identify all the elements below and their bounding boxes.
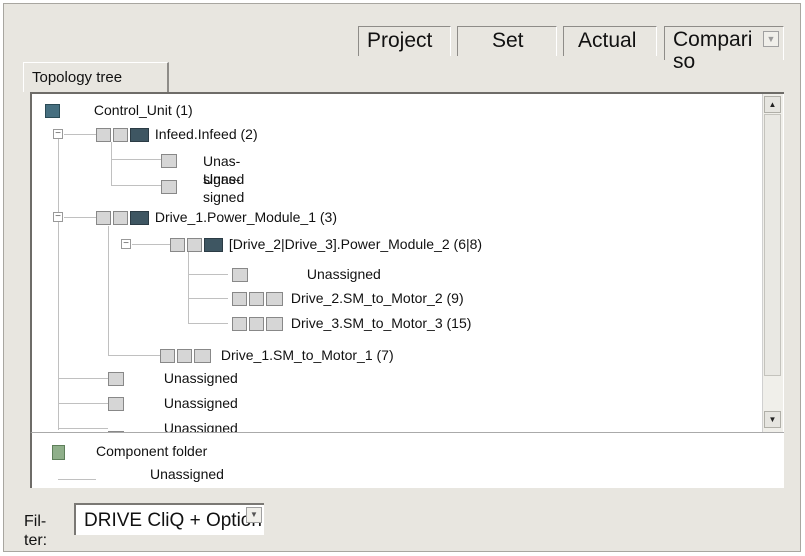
- module-icon: [130, 128, 149, 143]
- control-unit-icon: [45, 104, 60, 119]
- tab-topology-tree[interactable]: Topology tree: [23, 62, 169, 92]
- tree-node-label: Drive_1.Power_Module_1 (3): [154, 209, 337, 225]
- tree-node-unassigned[interactable]: Unassigned: [108, 370, 238, 387]
- tree-line: [132, 244, 170, 245]
- tree-node-sm-motor-1[interactable]: Drive_1.SM_to_Motor_1 (7): [160, 347, 394, 364]
- comparison-label: Compari so: [673, 28, 753, 73]
- module-icon: [266, 292, 283, 307]
- tree-node-label: Drive_2.SM_to_Motor_2 (9): [290, 290, 464, 306]
- module-icon: [249, 317, 264, 332]
- actual-button[interactable]: Actual: [563, 26, 657, 56]
- tree-line: [188, 323, 228, 324]
- tree-node-label: Infeed.Infeed (2): [154, 126, 258, 142]
- module-icon: [187, 238, 202, 253]
- module-icon: [177, 349, 192, 364]
- tree-line: [108, 355, 160, 356]
- tree-node-label: Unassigned: [163, 370, 238, 386]
- tree-line: [188, 298, 228, 299]
- tree-node-unassigned[interactable]: [161, 178, 177, 195]
- module-icon: [232, 292, 247, 307]
- component-folder-label[interactable]: Component folder: [96, 443, 207, 460]
- tree-line: [58, 479, 96, 480]
- filter-select[interactable]: DRIVE CliQ + Option ▼: [74, 503, 264, 535]
- tree-node-sm-motor-3[interactable]: Drive_3.SM_to_Motor_3 (15): [232, 315, 471, 332]
- tree-node-label: [Drive_2|Drive_3].Power_Module_2 (6|8): [228, 236, 483, 252]
- tree-line: [58, 428, 108, 429]
- topology-tree-panel: − − − Control_Unit (1) Infeed.Infeed (2)…: [30, 92, 784, 434]
- module-icon: [96, 211, 111, 226]
- tree-line: [188, 252, 189, 324]
- tree-node-label: Unassigned: [306, 266, 381, 282]
- tree-node-label: Unassigned: [163, 395, 238, 411]
- filter-label: Fil- ter:: [24, 513, 48, 549]
- module-icon: [249, 292, 264, 307]
- module-icon: [232, 268, 248, 283]
- folder-icon: [52, 445, 65, 460]
- module-icon: [170, 238, 185, 253]
- tree-scrollbar[interactable]: ▲ ▼: [762, 94, 783, 432]
- tree-line: [111, 185, 161, 186]
- tree-node-unassigned[interactable]: Unassigned: [232, 266, 381, 283]
- tree-line: [58, 378, 108, 379]
- tree-line: [111, 142, 112, 186]
- module-icon: [108, 397, 124, 412]
- collapse-toggle[interactable]: −: [53, 129, 63, 139]
- filter-value: DRIVE CliQ + Option: [84, 510, 262, 531]
- tree-node-unassigned[interactable]: [161, 152, 177, 169]
- module-icon: [130, 211, 149, 226]
- collapse-toggle[interactable]: −: [53, 212, 63, 222]
- arrow-down-icon[interactable]: ▼: [764, 411, 781, 428]
- module-icon: [113, 211, 128, 226]
- set-label: Set: [492, 29, 524, 52]
- chevron-down-icon[interactable]: ▼: [763, 31, 779, 47]
- module-icon: [194, 349, 211, 364]
- module-icon: [161, 180, 177, 195]
- tree-line: [108, 226, 109, 356]
- tree-line: [188, 274, 228, 275]
- tree-line: [58, 130, 59, 430]
- project-label: Project: [367, 29, 433, 52]
- tree-node-label: Unas- signed: [203, 171, 245, 205]
- tree-line: [58, 403, 108, 404]
- tree-line: [64, 134, 96, 135]
- tree-node-sm-motor-2[interactable]: Drive_2.SM_to_Motor_2 (9): [232, 290, 464, 307]
- tree-node-label: Control_Unit (1): [93, 102, 193, 118]
- actual-label: Actual: [578, 29, 637, 52]
- topology-tab-label: Topology tree: [32, 69, 123, 86]
- tree-node-label: Drive_3.SM_to_Motor_3 (15): [290, 315, 472, 331]
- module-icon: [204, 238, 223, 253]
- scrollbar-thumb[interactable]: [764, 114, 781, 376]
- comparison-button[interactable]: Compari so ▼: [664, 26, 784, 73]
- module-icon: [232, 317, 247, 332]
- module-icon: [161, 154, 177, 169]
- tree-node-infeed[interactable]: Infeed.Infeed (2): [96, 126, 258, 143]
- module-icon: [96, 128, 111, 143]
- component-folder-panel: Component folder Unassigned: [30, 432, 784, 488]
- module-icon: [108, 372, 124, 387]
- module-icon: [266, 317, 283, 332]
- module-icon: [160, 349, 175, 364]
- tree-node-label: Drive_1.SM_to_Motor_1 (7): [220, 347, 394, 363]
- module-icon: [113, 128, 128, 143]
- tree-node-control-unit[interactable]: Control_Unit (1): [45, 102, 193, 119]
- tree-line: [64, 217, 96, 218]
- tree-line: [111, 159, 161, 160]
- tree-node-power-module-2[interactable]: [Drive_2|Drive_3].Power_Module_2 (6|8): [170, 236, 482, 253]
- component-folder-child[interactable]: Unassigned: [150, 466, 224, 483]
- tree-node-unassigned[interactable]: Unassigned: [108, 395, 238, 412]
- tree-node-drive1-power-module[interactable]: Drive_1.Power_Module_1 (3): [96, 209, 337, 226]
- set-button[interactable]: Set: [457, 26, 557, 56]
- project-button[interactable]: Project: [358, 26, 451, 56]
- chevron-down-icon[interactable]: ▼: [246, 507, 262, 523]
- arrow-up-icon[interactable]: ▲: [764, 96, 781, 113]
- collapse-toggle[interactable]: −: [121, 239, 131, 249]
